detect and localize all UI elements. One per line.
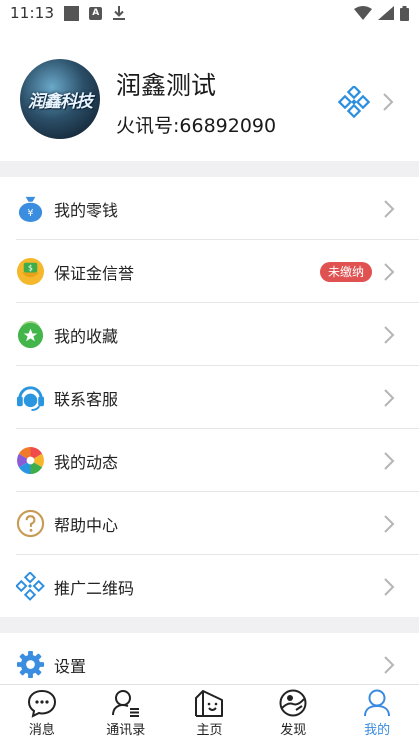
signal-icon [378,6,394,20]
menu-item-label: 联系客服 [54,390,119,409]
notification-square-icon [64,5,80,21]
svg-text:$: $ [28,264,33,273]
chevron-right-icon [384,578,395,596]
menu-item-label: 我的动态 [54,453,119,472]
section-separator [0,161,419,177]
tab-contacts[interactable]: 通讯录 [84,685,168,739]
avatar-logo-text: 润鑫科技 [28,91,93,112]
menu-item-help[interactable]: 帮助中心 [0,492,419,555]
profile-name: 润鑫测试 [116,71,217,100]
menu-item-wallet[interactable]: ¥ 我的零钱 [0,177,419,240]
menu-item-promo-qrcode[interactable]: 推广二维码 [0,555,419,618]
tab-label: 发现 [280,723,307,738]
tab-home[interactable]: 主页 [168,685,252,739]
download-icon [113,6,126,20]
profile-card[interactable]: 润鑫科技 润鑫测试 火讯号:66892090 [0,26,419,161]
favorite-star-icon [17,320,44,349]
tab-messages[interactable]: 消息 [0,685,84,739]
profile-icon [364,689,391,717]
avatar[interactable]: 润鑫科技 [20,59,100,139]
tab-label: 通讯录 [106,723,146,738]
chevron-right-icon [384,656,395,674]
money-bag-icon: ¥ [18,196,43,223]
menu-item-label: 我的收藏 [54,327,119,346]
chevron-right-icon [384,515,395,533]
status-time: 11:13 [10,4,55,22]
profile-id: 火讯号:66892090 [116,115,277,137]
question-icon [16,509,45,538]
qrcode-icon [16,572,45,601]
battery-icon [400,5,409,21]
menu-item-label: 设置 [54,657,87,676]
wifi-icon [354,6,372,20]
menu-item-label: 保证金信誉 [54,264,135,283]
status-bar: 11:13 A [0,0,419,26]
tab-discover[interactable]: 发现 [251,685,335,739]
chevron-right-icon [384,452,395,470]
notification-a-icon: A [89,6,103,20]
gear-icon [16,650,45,679]
chevron-right-icon [384,200,395,218]
menu-item-moments[interactable]: 我的动态 [0,429,419,492]
tab-label: 消息 [28,723,55,738]
menu-item-customer-service[interactable]: 联系客服 [0,366,419,429]
chevron-right-icon [384,263,395,281]
contacts-icon [111,690,139,717]
tab-label: 我的 [364,723,391,738]
menu-item-label: 帮助中心 [54,516,119,535]
pinwheel-icon [17,446,44,475]
section-separator [0,617,419,633]
menu-item-deposit[interactable]: $ 保证金信誉 未缴纳 [0,240,419,303]
chevron-right-icon [384,389,395,407]
qrcode-icon[interactable] [338,86,370,118]
status-badge: 未缴纳 [320,262,373,282]
menu-item-settings[interactable]: 设置 [0,633,419,685]
bottom-tab-bar: 消息 通讯录 主页 发现 我的 [0,684,419,739]
discover-icon [279,689,307,717]
menu-list: ¥ 我的零钱 $ 保证金信誉 未缴纳 我的收藏 联系客服 我的动态 帮助中心 推… [0,177,419,618]
headset-icon [16,386,45,412]
tab-label: 主页 [196,723,223,738]
chevron-right-icon [384,326,395,344]
menu-item-label: 推广二维码 [54,579,135,598]
svg-text:¥: ¥ [27,208,33,219]
menu-item-label: 我的零钱 [54,201,119,220]
home-icon [195,690,224,717]
chevron-right-icon [383,93,394,111]
menu-item-favorites[interactable]: 我的收藏 [0,303,419,366]
deposit-icon: $ [16,257,45,286]
tab-me[interactable]: 我的 [335,685,419,739]
chat-icon [27,689,56,718]
